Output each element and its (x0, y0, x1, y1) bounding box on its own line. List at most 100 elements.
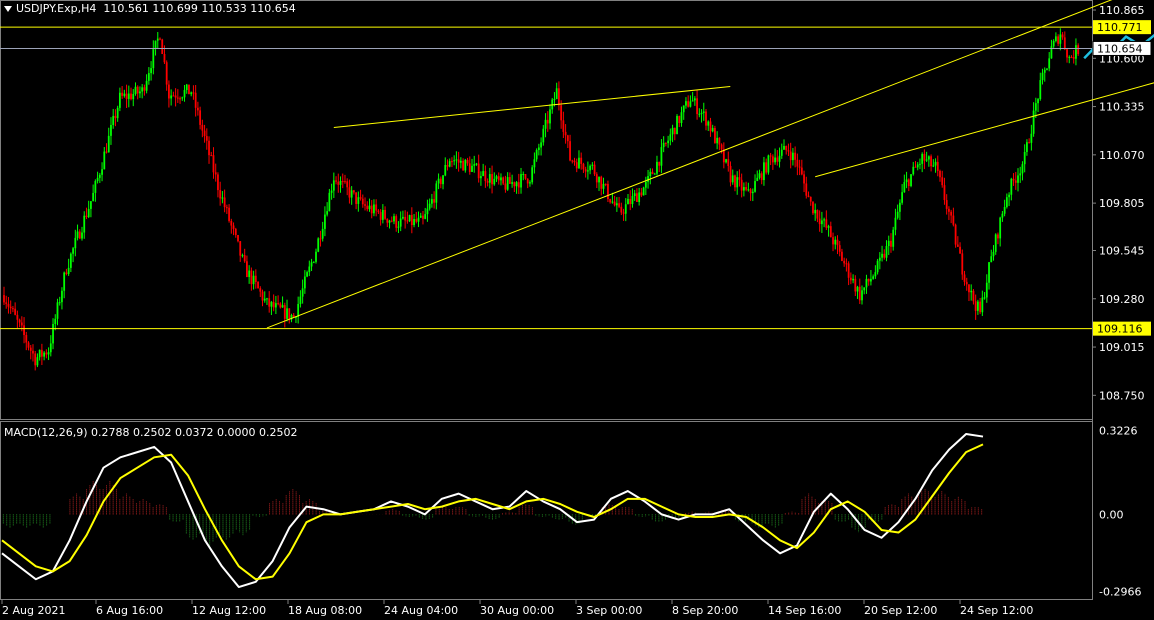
candle-body (569, 141, 571, 161)
candle-body (622, 212, 625, 214)
candle-body (361, 198, 364, 205)
candle-body (910, 174, 912, 187)
candle-body (818, 218, 821, 225)
candle-body (422, 215, 424, 219)
candle-body (607, 183, 609, 200)
y-tick-label: 109.545 (1099, 244, 1145, 257)
candle-body (930, 156, 932, 167)
candle-body (932, 165, 935, 167)
candle-body (201, 124, 204, 131)
x-tick-label: 24 Sep 12:00 (960, 604, 1033, 617)
candle-body (941, 177, 944, 186)
candle-body (876, 260, 879, 273)
candle-body (1003, 206, 1006, 214)
candle-body (319, 238, 322, 240)
candle-body (237, 234, 239, 242)
y-tick-label: 109.015 (1099, 341, 1145, 354)
candle-body (399, 218, 402, 227)
candle-body (1019, 173, 1022, 176)
candle-body (682, 105, 685, 113)
candle-body (390, 220, 393, 222)
candle-body (61, 290, 63, 303)
candle-body (1039, 80, 1042, 100)
candle-body (172, 95, 175, 97)
candle-body (326, 211, 329, 215)
candle-body (653, 173, 656, 175)
candle-body (963, 274, 966, 282)
candle-body (210, 155, 213, 157)
candle-body (27, 342, 30, 348)
candle-body (649, 171, 652, 177)
candle-body (459, 160, 462, 163)
candle-body (513, 182, 516, 187)
candle-body (921, 153, 924, 164)
candle-body (845, 263, 848, 265)
candle-body (114, 115, 117, 119)
candle-body (45, 352, 48, 355)
candle-body (203, 130, 206, 137)
candle-body (1077, 45, 1080, 55)
candle-body (212, 155, 215, 173)
candle-body (881, 253, 883, 258)
candle-body (159, 38, 161, 40)
signal-line (1, 443, 984, 581)
candle-body (239, 241, 242, 256)
candle-body (517, 182, 520, 188)
candle-body (43, 352, 46, 357)
macd-title: MACD(12,26,9) (4, 426, 88, 439)
candle-body (894, 217, 897, 230)
candle-body (49, 343, 52, 353)
candle-body (1012, 178, 1015, 181)
candle-body (738, 177, 741, 180)
candle-body (885, 246, 888, 258)
candle-body (633, 193, 636, 197)
candle-body (979, 301, 982, 313)
candle-body (317, 238, 320, 252)
candle-body (943, 185, 946, 201)
candle-body (335, 180, 337, 182)
candle-body (1017, 175, 1019, 183)
candle-body (426, 208, 429, 215)
x-tick-label: 8 Sep 20:00 (672, 604, 738, 617)
chart-canvas: 110.865110.600110.335110.070109.805109.5… (0, 0, 1154, 617)
candle-body (627, 198, 629, 205)
candle-body (67, 267, 70, 274)
candle-body (584, 169, 587, 172)
candle-body (968, 284, 970, 293)
candle-body (451, 161, 453, 163)
candle-body (181, 97, 184, 99)
candle-body (78, 231, 81, 239)
candle-body (337, 181, 340, 185)
candle-body (52, 323, 54, 344)
candle-body (988, 262, 990, 283)
candle-body (16, 314, 19, 320)
candle-body (508, 177, 511, 184)
candle-body (493, 178, 496, 185)
candle-body (564, 131, 567, 136)
candle-body (34, 353, 37, 366)
candle-body (740, 179, 743, 191)
candle-body (558, 88, 560, 106)
candle-body (170, 95, 173, 99)
y-tick-label: 108.750 (1099, 389, 1145, 402)
candle-body (838, 245, 841, 252)
candle-body (243, 255, 246, 262)
candle-body (758, 173, 761, 178)
candle-body (858, 286, 861, 301)
candle-body (827, 226, 830, 228)
candle-body (604, 183, 607, 185)
y-tick-label: 109.280 (1099, 293, 1145, 306)
candle-body (544, 119, 547, 129)
candle-body (756, 177, 759, 182)
candle-body (174, 95, 177, 98)
candle-body (685, 101, 687, 106)
candle-body (176, 97, 179, 99)
candle-body (25, 334, 28, 343)
candle-body (580, 157, 583, 164)
dropdown-triangle-icon[interactable] (4, 6, 12, 12)
candle-body (814, 209, 817, 214)
candle-body (981, 297, 984, 313)
candle-body (916, 164, 919, 168)
candle-body (76, 231, 79, 238)
candle-body (780, 149, 783, 156)
